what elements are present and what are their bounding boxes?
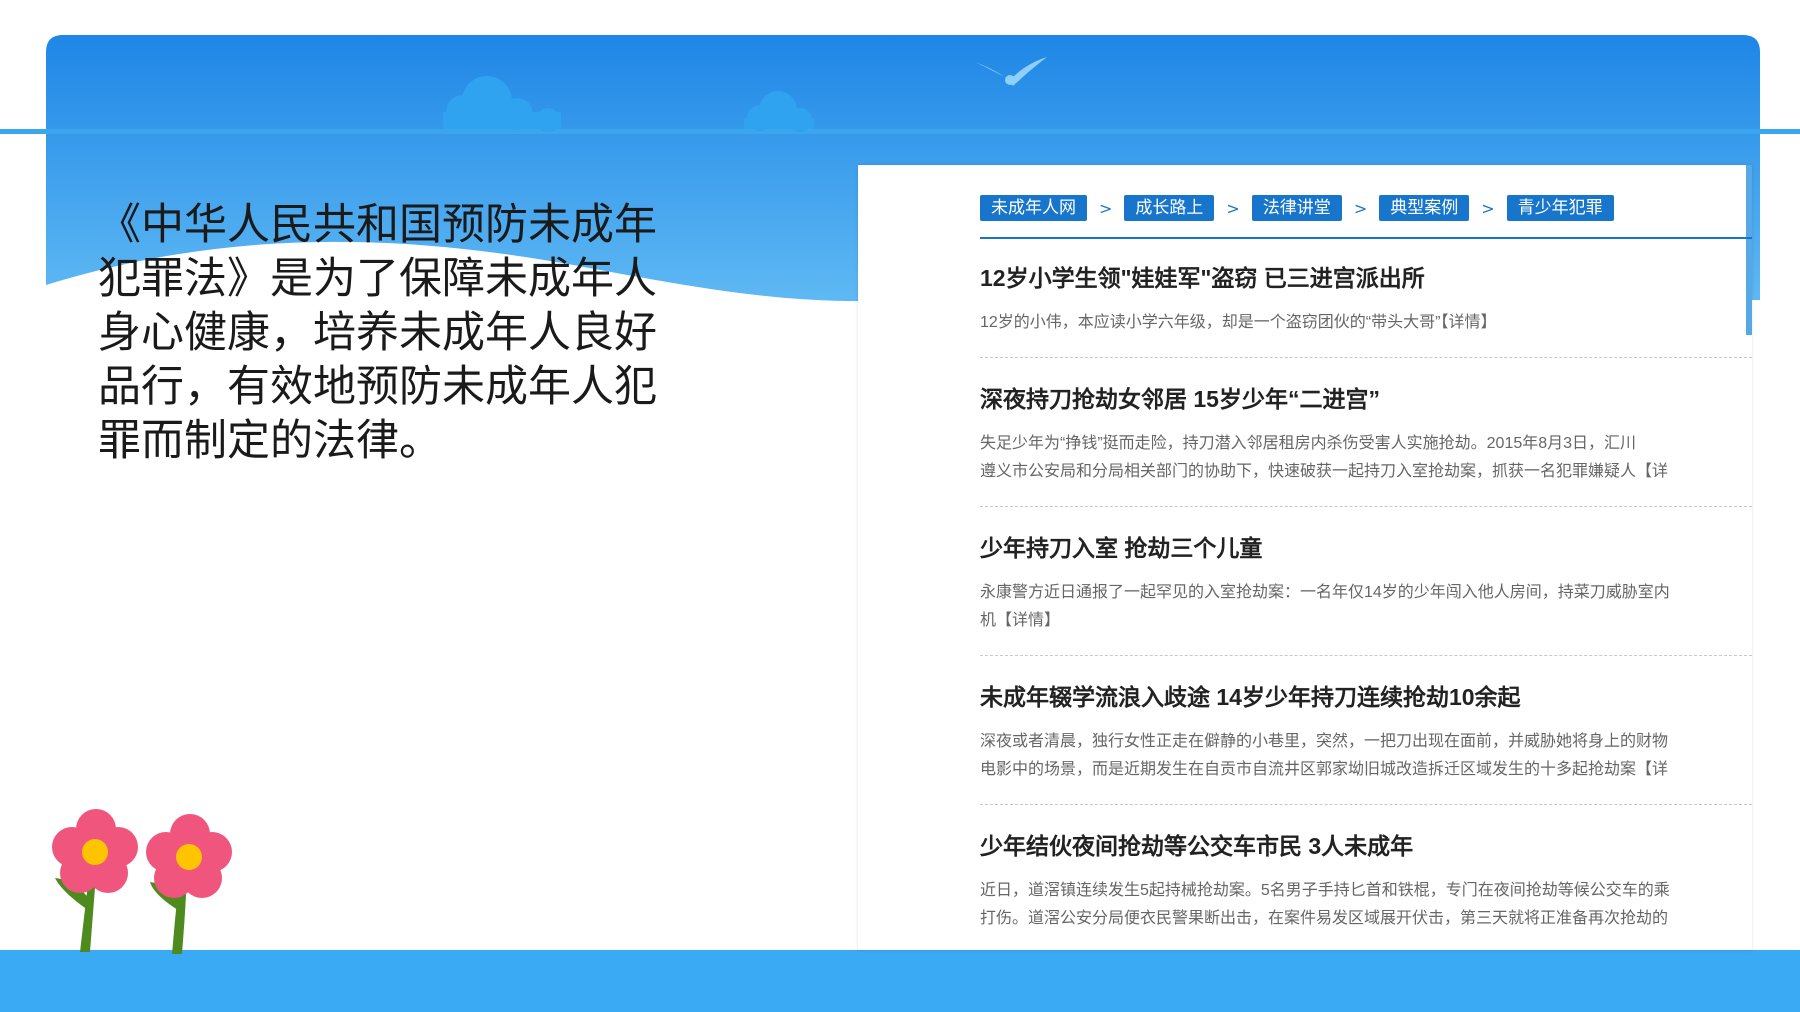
list-item: 少年持刀入室 抢劫三个儿童 永康警方近日通报了一起罕见的入室抢劫案：一名年仅14… <box>980 531 1752 656</box>
breadcrumb-separator: > <box>1353 198 1368 218</box>
slide: 《中华人民共和国预防未成年犯罪法》是为了保障未成年人身心健康，培养未成年人良好品… <box>0 0 1800 1012</box>
bird-icon <box>1005 75 1015 85</box>
webpage-screenshot: 未成年人网 > 成长路上 > 法律讲堂 > 典型案例 > 青少年犯罪 12岁小学… <box>858 165 1752 950</box>
news-title[interactable]: 未成年辍学流浪入歧途 14岁少年持刀连续抢劫10余起 <box>980 680 1752 714</box>
news-summary-line: 遵义市公安局和分局相关部门的协助下，快速破获一起持刀入室抢劫案，抓获一名犯罪嫌疑… <box>980 463 1669 480</box>
breadcrumb: 未成年人网 > 成长路上 > 法律讲堂 > 典型案例 > 青少年犯罪 <box>980 195 1614 221</box>
news-title[interactable]: 12岁小学生领"娃娃军"盗窃 已三进宫派出所 <box>980 261 1752 295</box>
news-title[interactable]: 少年持刀入室 抢劫三个儿童 <box>980 531 1752 565</box>
news-list: 12岁小学生领"娃娃军"盗窃 已三进宫派出所 12岁的小伟，本应读小学六年级，却… <box>980 261 1752 950</box>
news-summary-line: 永康警方近日通报了一起罕见的入室抢劫案：一名年仅14岁的少年闯入他人房间，持菜刀… <box>980 584 1670 601</box>
news-summary-line: 失足少年为“挣钱”挺而走险，持刀潜入邻居租房内杀伤受害人实施抢劫。2015年8月… <box>980 435 1637 452</box>
header-line <box>0 129 1800 134</box>
breadcrumb-separator: > <box>1481 198 1495 218</box>
list-item: 未成年辍学流浪入歧途 14岁少年持刀连续抢劫10余起 深夜或者清晨，独行女性正走… <box>980 680 1752 805</box>
news-summary-line: 打伤。道滘公安分局便衣民警果断出击，在案件易发区域展开伏击，第三天就将正准备再次… <box>980 910 1669 927</box>
intro-paragraph: 《中华人民共和国预防未成年犯罪法》是为了保障未成年人身心健康，培养未成年人良好品… <box>98 200 657 466</box>
breadcrumb-underline <box>980 237 1752 239</box>
breadcrumb-item[interactable]: 成长路上 <box>1124 195 1215 221</box>
news-title[interactable]: 深夜持刀抢劫女邻居 15岁少年“二进宫” <box>980 382 1752 416</box>
breadcrumb-item[interactable]: 法律讲堂 <box>1251 195 1342 221</box>
news-summary-line: 机【详情】 <box>980 612 1061 629</box>
news-title[interactable]: 少年结伙夜间抢劫等公交车市民 3人未成年 <box>980 829 1752 863</box>
list-item: 深夜持刀抢劫女邻居 15岁少年“二进宫” 失足少年为“挣钱”挺而走险，持刀潜入邻… <box>980 382 1752 507</box>
news-summary-line: 电影中的场景，而是近期发生在自贡市自流井区郭家坳旧城改造拆迁区域发生的十多起抢劫… <box>980 761 1669 778</box>
breadcrumb-item[interactable]: 未成年人网 <box>980 195 1087 221</box>
breadcrumb-separator: > <box>1099 198 1113 218</box>
list-item: 少年结伙夜间抢劫等公交车市民 3人未成年 近日，道滘镇连续发生5起持械抢劫案。5… <box>980 829 1752 950</box>
breadcrumb-separator: > <box>1226 198 1240 218</box>
list-item: 12岁小学生领"娃娃军"盗窃 已三进宫派出所 12岁的小伟，本应读小学六年级，却… <box>980 261 1752 358</box>
news-summary-line: 12岁的小伟，本应读小学六年级，却是一个盗窃团伙的“带头大哥”【详情】 <box>980 314 1497 331</box>
footer-bar <box>0 950 1800 1012</box>
news-summary-line: 深夜或者清晨，独行女性正走在僻静的小巷里，突然，一把刀出现在面前，并威胁她将身上… <box>980 733 1669 750</box>
breadcrumb-item[interactable]: 青少年犯罪 <box>1506 195 1614 221</box>
breadcrumb-item[interactable]: 典型案例 <box>1379 195 1470 221</box>
news-summary-line: 近日，道滘镇连续发生5起持械抢劫案。5名男子手持匕首和铁棍，专门在夜间抢劫等候公… <box>980 882 1670 899</box>
